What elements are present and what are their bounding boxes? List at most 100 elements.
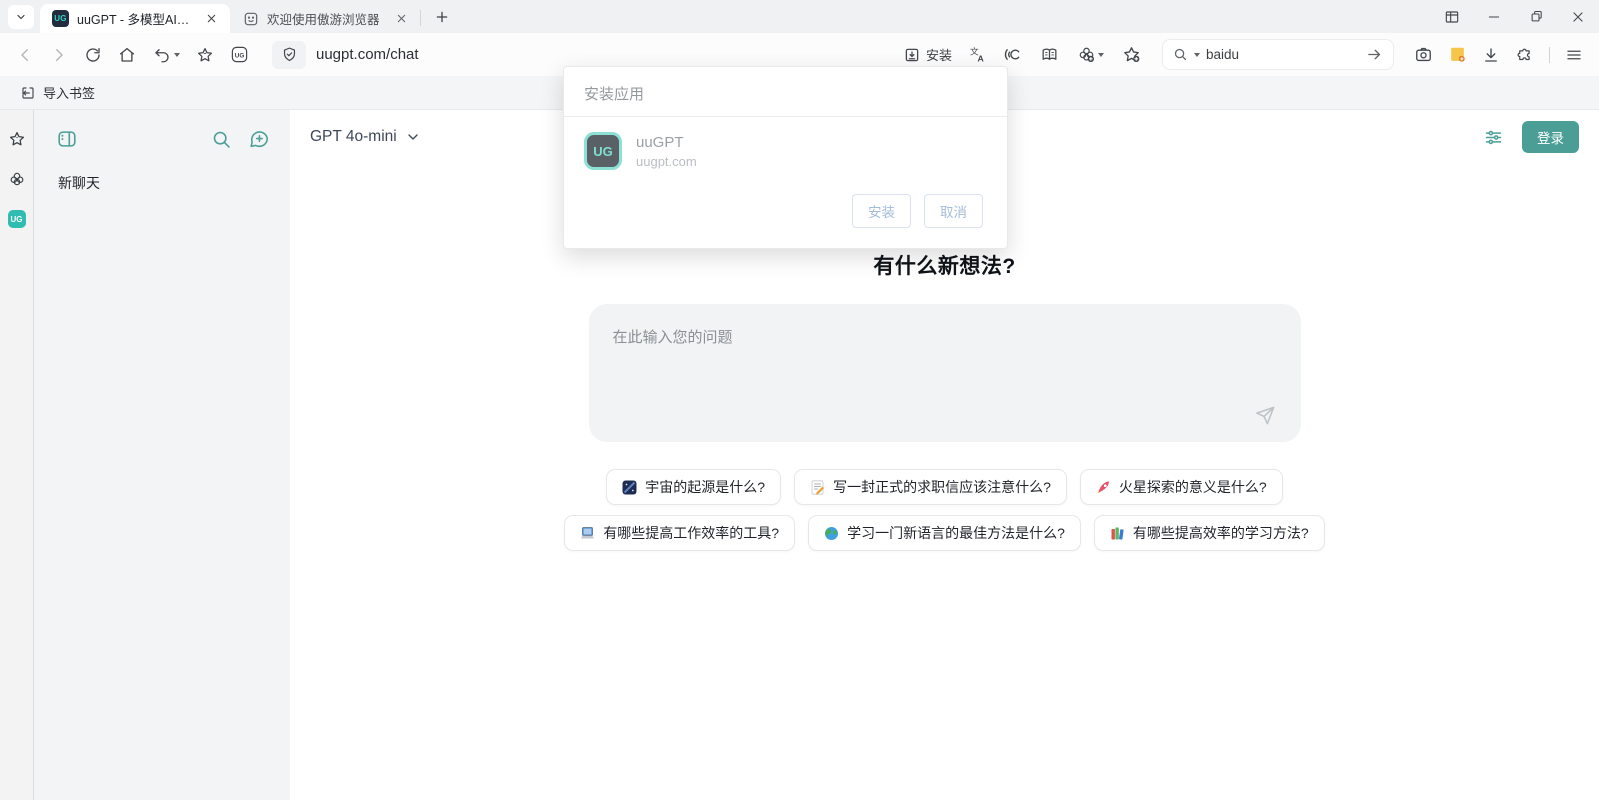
home-icon	[118, 46, 136, 64]
plus-icon	[435, 10, 449, 24]
dialog-cancel-button[interactable]: 取消	[924, 194, 983, 228]
refresh-icon	[84, 46, 102, 64]
suggestion-row-2: 有哪些提高工作效率的工具? 学习一门新语言的最佳方法是什么? 有哪些提高效率的学…	[564, 515, 1324, 551]
extensions-dropdown-caret	[1098, 53, 1104, 57]
split-view-button[interactable]	[1431, 0, 1473, 33]
translate-icon: 文A	[968, 45, 987, 64]
read-aloud-icon	[1004, 45, 1023, 64]
suggestion-chip[interactable]: 火星探索的意义是什么?	[1080, 469, 1283, 505]
suggestion-chip[interactable]: 有哪些提高工作效率的工具?	[564, 515, 795, 551]
tab-title: uuGPT - 多模型AI对话	[77, 9, 194, 28]
tab-separator	[420, 10, 421, 26]
refresh-button[interactable]	[78, 40, 108, 70]
suggestion-row-1: 宇宙的起源是什么? 写一封正式的求职信应该注意什么? 火星探索的意义是什么?	[606, 469, 1282, 505]
reader-book-icon	[1040, 45, 1059, 64]
emoji-memo-icon	[810, 480, 825, 495]
site-security-chip[interactable]	[272, 41, 306, 69]
download-icon	[1482, 46, 1500, 64]
reader-mode-button[interactable]	[1034, 40, 1064, 70]
close-tab-icon[interactable]	[392, 10, 410, 28]
svg-text:UG: UG	[234, 52, 244, 59]
emoji-galaxy-icon	[622, 480, 637, 495]
uugpt-favicon: UG	[52, 10, 69, 27]
dialog-install-button[interactable]: 安装	[852, 194, 911, 228]
ug-badge-icon: UG	[230, 45, 249, 64]
suggestion-chip[interactable]: 有哪些提高效率的学习方法?	[1094, 515, 1325, 551]
home-button[interactable]	[112, 40, 142, 70]
split-view-icon	[1444, 9, 1460, 25]
downloads-button[interactable]	[1476, 40, 1506, 70]
read-aloud-button[interactable]	[998, 40, 1028, 70]
minimize-icon	[1487, 10, 1501, 24]
side-rail: UG	[0, 110, 34, 800]
search-go-arrow-icon[interactable]	[1366, 46, 1383, 63]
chevron-down-icon	[405, 129, 421, 145]
rail-favorites-icon[interactable]	[8, 130, 26, 148]
close-window-button[interactable]	[1557, 0, 1599, 33]
favorites-button[interactable]	[190, 40, 220, 70]
sticky-note-icon	[1448, 45, 1467, 64]
extensions-flower-button[interactable]	[1070, 40, 1110, 70]
suggestion-chip[interactable]: 宇宙的起源是什么?	[606, 469, 781, 505]
search-input[interactable]	[1206, 47, 1360, 62]
search-box[interactable]	[1162, 39, 1394, 70]
sidebar-toggle-icon[interactable]	[56, 128, 78, 150]
add-bookmark-button[interactable]	[1116, 40, 1146, 70]
suggestion-chip[interactable]: 学习一门新语言的最佳方法是什么?	[808, 515, 1081, 551]
prompt-input-card	[589, 304, 1301, 442]
hamburger-menu-icon	[1565, 46, 1583, 64]
restore-button[interactable]	[1515, 0, 1557, 33]
translate-button[interactable]: 文A	[962, 40, 992, 70]
prompt-input[interactable]	[589, 304, 1301, 442]
install-app-dialog: 安装应用 UG uuGPT uugpt.com 安装 取消	[563, 66, 1008, 249]
minimize-button[interactable]	[1473, 0, 1515, 33]
dialog-body: UG uuGPT uugpt.com	[564, 117, 1007, 176]
new-chat-icon[interactable]	[248, 128, 270, 150]
extensions-button[interactable]	[1510, 40, 1540, 70]
app-domain: uugpt.com	[636, 154, 697, 169]
svg-text:A: A	[977, 54, 984, 64]
settings-sliders-icon[interactable]	[1483, 127, 1504, 148]
login-button[interactable]: 登录	[1522, 121, 1579, 153]
chat-welcome-area: 有什么新想法? 宇宙的起源是什么? 写一封正式的求职信应该注意什么?	[589, 250, 1301, 551]
camera-icon	[1414, 45, 1433, 64]
tab-title: 欢迎使用傲游浏览器	[267, 9, 384, 28]
restore-icon	[1529, 9, 1544, 24]
emoji-books-icon	[1110, 526, 1125, 541]
suggestion-label: 宇宙的起源是什么?	[645, 477, 765, 497]
sidebar-item-new-chat[interactable]: 新聊天	[34, 164, 290, 202]
screenshot-button[interactable]	[1408, 40, 1438, 70]
uugpt-extension-button[interactable]: UG	[224, 40, 254, 70]
import-bookmarks-button[interactable]: 导入书签	[12, 79, 103, 106]
install-app-button[interactable]: 安装	[899, 45, 956, 64]
suggestion-label: 有哪些提高工作效率的工具?	[603, 523, 779, 543]
tab-welcome[interactable]: 欢迎使用傲游浏览器	[230, 4, 420, 33]
shield-check-icon	[281, 46, 298, 63]
import-bookmarks-label: 导入书签	[43, 83, 95, 102]
dialog-title: 安装应用	[564, 67, 1007, 117]
model-selector[interactable]: GPT 4o-mini	[310, 128, 421, 146]
forward-button[interactable]	[44, 40, 74, 70]
star-icon	[196, 46, 214, 64]
tab-list-dropdown-button[interactable]	[8, 5, 34, 29]
back-button[interactable]	[10, 40, 40, 70]
menu-button[interactable]	[1559, 40, 1589, 70]
window-controls	[1431, 0, 1599, 33]
app-icon: UG	[584, 132, 622, 170]
rail-apps-flower-icon[interactable]	[8, 170, 26, 188]
send-button[interactable]	[1251, 400, 1281, 430]
close-tab-icon[interactable]	[202, 10, 220, 28]
suggestion-chip[interactable]: 写一封正式的求职信应该注意什么?	[794, 469, 1067, 505]
tab-uugpt[interactable]: UG uuGPT - 多模型AI对话	[40, 4, 230, 33]
suggestion-label: 写一封正式的求职信应该注意什么?	[833, 477, 1051, 497]
flower-add-icon	[1077, 45, 1096, 64]
rail-uugpt-app-icon[interactable]: UG	[8, 210, 26, 228]
back-icon	[16, 46, 34, 64]
undo-button[interactable]	[146, 40, 186, 70]
notes-button[interactable]	[1442, 40, 1472, 70]
chat-sidebar: 新聊天	[34, 110, 290, 800]
new-tab-button[interactable]	[429, 4, 455, 30]
puzzle-icon	[1516, 46, 1534, 64]
chat-search-icon[interactable]	[211, 129, 232, 150]
address-bar[interactable]: uugpt.com/chat	[272, 41, 895, 69]
